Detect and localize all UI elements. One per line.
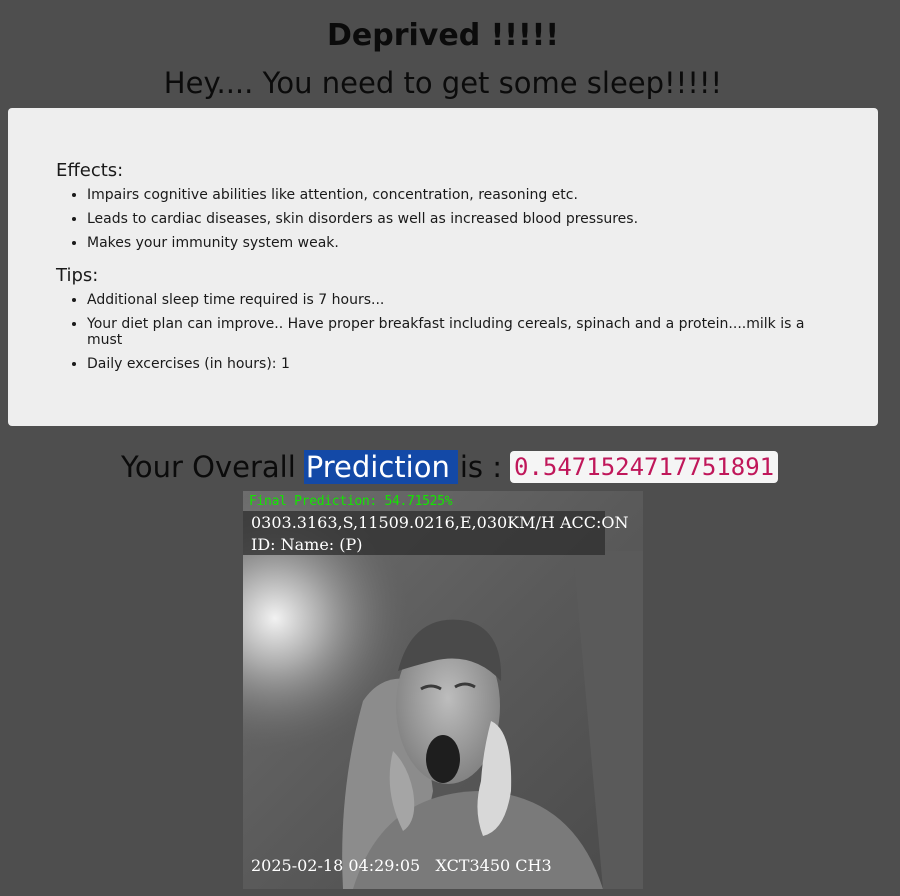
prediction-suffix: is : [459,450,502,484]
effects-item: Leads to cardiac diseases, skin disorder… [87,211,848,227]
camera-snapshot: Final Prediction: 54.71525% 0303.3163,S,… [243,491,643,889]
info-card: Effects: Impairs cognitive abilities lik… [8,108,878,426]
tips-heading: Tips: [56,265,99,286]
prediction-line: Your Overall Prediction is : 0.547152471… [121,447,779,487]
timestamp-overlay: 2025-02-18 04:29:05 XCT3450 CH3 [251,856,552,875]
final-prediction-overlay: Final Prediction: 54.71525% [249,494,453,509]
tips-item: Your diet plan can improve.. Have proper… [87,316,848,348]
tips-item: Daily excercises (in hours): 1 [87,356,848,372]
effects-heading: Effects: [56,160,124,181]
prediction-value: 0.5471524717751891 [510,451,779,483]
effects-item: Makes your immunity system weak. [87,235,848,251]
effects-list: Impairs cognitive abilities like attenti… [56,187,848,251]
tips-list: Additional sleep time required is 7 hour… [56,292,848,372]
effects-item: Impairs cognitive abilities like attenti… [87,187,848,203]
prediction-highlight: Prediction [303,450,458,484]
id-overlay: ID: Name: (P) [251,535,363,554]
prediction-prefix: Your Overall [121,450,296,484]
tips-item: Additional sleep time required is 7 hour… [87,292,848,308]
status-title: Deprived !!!!! [326,18,560,53]
status-message: Hey.... You need to get some sleep!!!!! [163,66,723,100]
gps-overlay: 0303.3163,S,11509.0216,E,030KM/H ACC:ON [251,513,629,532]
